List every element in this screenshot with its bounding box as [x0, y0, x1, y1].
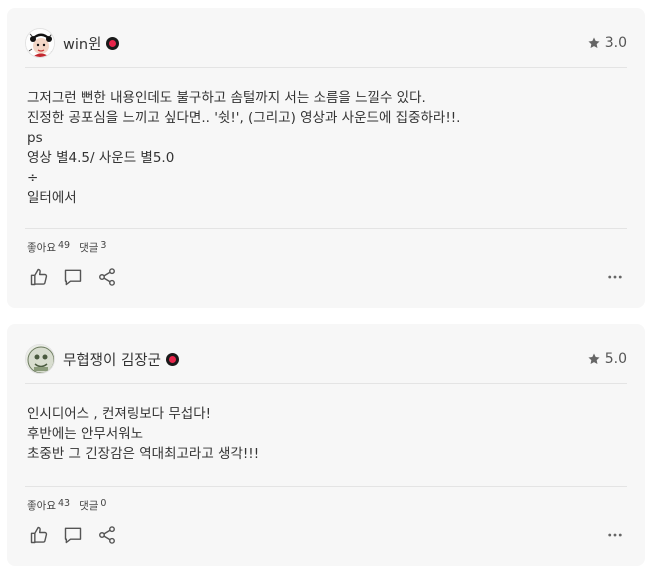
- rating-value: 3.0: [604, 35, 627, 51]
- share-icon: [99, 268, 115, 286]
- review-text: 그저그런 뻔한 내용인데도 불구하고 솜털까지 서는 소름을 느낄수 있다. 진…: [27, 88, 625, 208]
- divider: [25, 383, 627, 384]
- like-button[interactable]: [27, 523, 51, 547]
- divider: [25, 486, 627, 487]
- review-stats: 좋아요 43 댓글 0: [27, 498, 106, 513]
- comment-button[interactable]: [61, 523, 85, 547]
- review-line: 초중반 그 긴장감은 역대최고라고 생각!!!: [27, 446, 260, 462]
- review-line: 그저그런 뻔한 내용인데도 불구하고 솜털까지 서는 소름을 느낄수 있다.: [27, 90, 426, 106]
- share-icon: [99, 526, 115, 544]
- review-actions: [27, 265, 627, 289]
- review-line: ÷: [27, 170, 39, 186]
- likes-label: 좋아요: [27, 500, 56, 512]
- star-icon: [588, 353, 600, 364]
- review-header: 무협쟁이 김장군 5.0: [25, 344, 627, 374]
- review-line: 후반에는 안무서워노: [27, 426, 144, 442]
- star-icon: [588, 37, 600, 48]
- username[interactable]: win윈: [63, 33, 101, 54]
- review-card: win윈 3.0 그저그런 뻔한 내용인데도 불구하고 솜털까지 서는 소름을 …: [7, 8, 645, 308]
- badge-icon: [106, 36, 120, 50]
- comments-label: 댓글: [79, 242, 99, 254]
- divider: [25, 228, 627, 229]
- likes-label: 좋아요: [27, 242, 56, 254]
- likes-count: 49: [57, 240, 71, 251]
- comment-bubble-icon: [64, 269, 82, 286]
- share-button[interactable]: [95, 265, 119, 289]
- comment-button[interactable]: [61, 265, 85, 289]
- review-line: 일터에서: [27, 190, 77, 206]
- thumbs-up-icon: [30, 268, 48, 286]
- more-dots-icon: [608, 533, 622, 537]
- rating-value: 5.0: [604, 351, 627, 367]
- comments-label: 댓글: [79, 500, 99, 512]
- review-line: ps: [27, 130, 43, 146]
- review-actions: [27, 523, 627, 547]
- more-dots-icon: [608, 275, 622, 279]
- share-button[interactable]: [95, 523, 119, 547]
- avatar[interactable]: [25, 28, 55, 58]
- thumbs-up-icon: [30, 526, 48, 544]
- likes-count: 43: [57, 498, 71, 509]
- rating: 5.0: [587, 351, 627, 367]
- like-button[interactable]: [27, 265, 51, 289]
- badge-icon: [166, 352, 179, 366]
- more-button[interactable]: [603, 265, 627, 289]
- divider: [25, 67, 627, 68]
- avatar[interactable]: [25, 344, 55, 374]
- review-line: 진정한 공포심을 느끼고 싶다면.. '쉿!', (그리고) 영상과 사운드에 …: [27, 110, 461, 126]
- review-header: win윈 3.0: [25, 28, 627, 58]
- more-button[interactable]: [603, 523, 627, 547]
- review-stats: 좋아요 49 댓글 3: [27, 240, 106, 255]
- review-text: 인시디어스 , 컨져링보다 무섭다! 후반에는 안무서워노 초중반 그 긴장감은…: [27, 404, 625, 464]
- rating: 3.0: [587, 35, 627, 51]
- comments-count: 3: [100, 240, 107, 251]
- comments-count: 0: [100, 498, 107, 509]
- review-line: 인시디어스 , 컨져링보다 무섭다!: [27, 406, 212, 422]
- review-line: 영상 별4.5/ 사운드 별5.0: [27, 150, 175, 166]
- review-card: 무협쟁이 김장군 5.0 인시디어스 , 컨져링보다 무섭다! 후반에는 안무서…: [7, 324, 645, 566]
- comment-bubble-icon: [64, 527, 82, 544]
- username[interactable]: 무협쟁이 김장군: [63, 349, 161, 370]
